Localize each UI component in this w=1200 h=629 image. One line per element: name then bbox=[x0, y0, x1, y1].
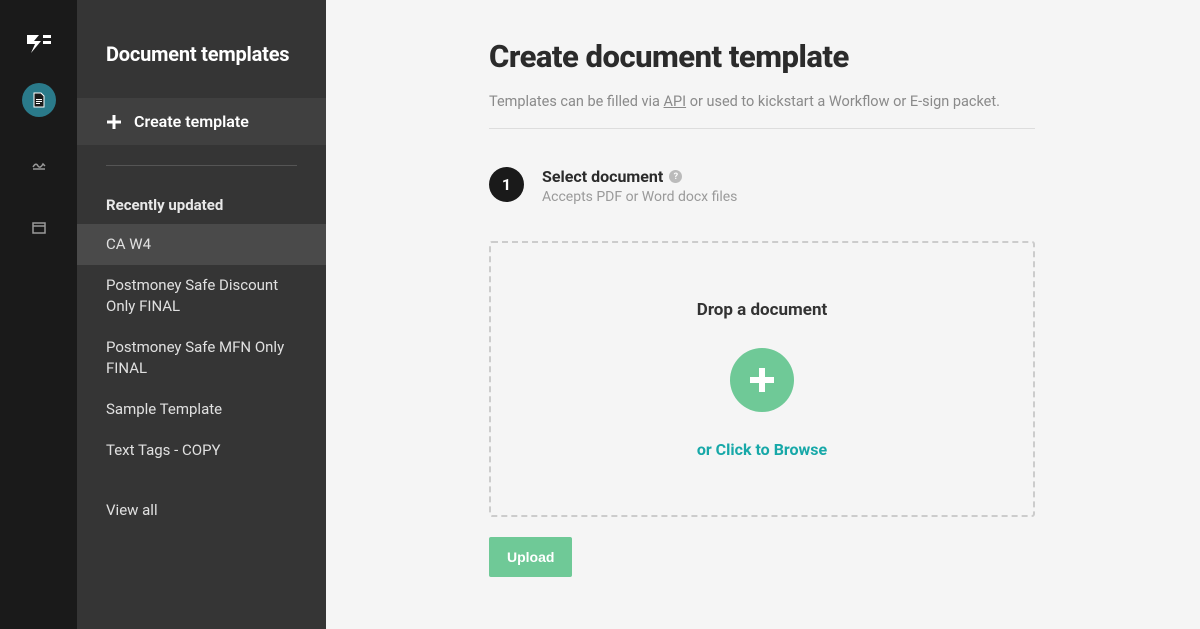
browse-link[interactable]: or Click to Browse bbox=[697, 440, 827, 459]
sidebar-title: Document templates bbox=[77, 0, 326, 66]
step-number-badge: 1 bbox=[489, 167, 524, 202]
sidebar: Document templates Create template Recen… bbox=[77, 0, 326, 629]
recent-heading: Recently updated bbox=[77, 166, 326, 224]
template-item[interactable]: Text Tags - COPY bbox=[77, 430, 326, 471]
step-info: Select document ? Accepts PDF or Word do… bbox=[542, 167, 737, 205]
template-list: CA W4 Postmoney Safe Discount Only FINAL… bbox=[77, 224, 326, 471]
main-divider bbox=[489, 128, 1035, 129]
signature-nav-icon[interactable] bbox=[22, 147, 56, 181]
create-template-button[interactable]: Create template bbox=[77, 98, 326, 145]
template-item[interactable]: Sample Template bbox=[77, 389, 326, 430]
template-item[interactable]: Postmoney Safe Discount Only FINAL bbox=[77, 265, 326, 327]
drop-zone[interactable]: Drop a document or Click to Browse bbox=[489, 241, 1035, 517]
view-all-link[interactable]: View all bbox=[77, 471, 326, 529]
step-header: 1 Select document ? Accepts PDF or Word … bbox=[489, 167, 1120, 205]
step-description: Accepts PDF or Word docx files bbox=[542, 189, 737, 205]
main-content: Create document template Templates can b… bbox=[326, 0, 1200, 629]
page-subtitle: Templates can be filled via API or used … bbox=[489, 93, 1120, 110]
icon-rail bbox=[0, 0, 77, 629]
step-title: Select document ? bbox=[542, 167, 737, 186]
drop-plus-icon bbox=[730, 348, 794, 412]
drop-title: Drop a document bbox=[697, 300, 827, 320]
create-template-label: Create template bbox=[134, 112, 249, 131]
template-item[interactable]: CA W4 bbox=[77, 224, 326, 265]
logo[interactable] bbox=[27, 35, 51, 53]
template-item[interactable]: Postmoney Safe MFN Only FINAL bbox=[77, 327, 326, 389]
templates-nav-icon[interactable] bbox=[22, 83, 56, 117]
page-title: Create document template bbox=[489, 38, 1120, 75]
plus-icon bbox=[106, 114, 122, 130]
api-link[interactable]: API bbox=[664, 93, 687, 110]
upload-button[interactable]: Upload bbox=[489, 537, 572, 577]
form-nav-icon[interactable] bbox=[22, 211, 56, 245]
help-icon[interactable]: ? bbox=[669, 170, 682, 183]
